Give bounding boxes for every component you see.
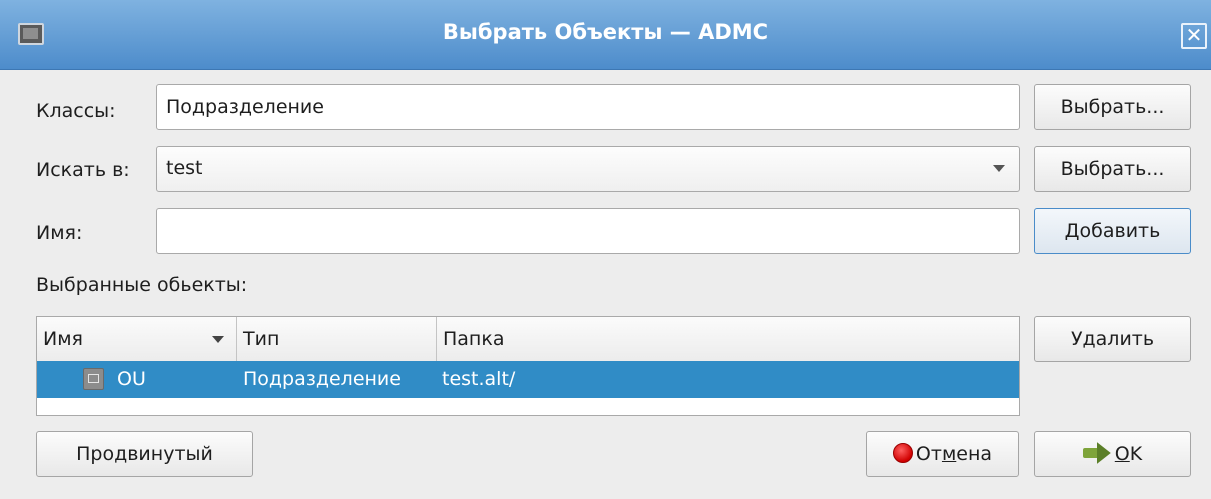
ok-arrow-icon <box>1082 442 1113 464</box>
stop-icon <box>892 443 913 463</box>
column-header-folder[interactable]: Папка <box>437 317 1019 361</box>
column-header-type[interactable]: Тип <box>237 317 437 361</box>
column-header-type-label: Тип <box>243 328 280 350</box>
column-header-folder-label: Папка <box>443 328 505 350</box>
selected-objects-list[interactable]: Имя Тип Папка OU Подразделение test.alt/ <box>36 316 1020 416</box>
window-title: Выбрать Объекты — ADMC <box>442 20 769 44</box>
sort-down-icon <box>212 336 224 343</box>
row-name: OU <box>117 368 146 390</box>
cancel-label-start: От <box>915 443 942 465</box>
column-header-name-label: Имя <box>43 328 83 350</box>
search-in-value: test <box>166 157 203 179</box>
advanced-button[interactable]: Продвинутый <box>36 431 253 477</box>
search-in-combobox[interactable]: test <box>156 146 1020 192</box>
cancel-button[interactable]: Отмена <box>866 431 1019 477</box>
ok-mnemonic: O <box>1114 443 1130 465</box>
search-in-label: Искать в: <box>36 159 130 181</box>
chevron-down-icon <box>993 165 1005 172</box>
classes-label: Классы: <box>36 100 116 122</box>
add-button[interactable]: Добавить <box>1034 208 1191 254</box>
ou-folder-icon <box>83 368 104 390</box>
name-input[interactable] <box>156 208 1020 254</box>
cancel-mnemonic: м <box>941 443 957 465</box>
close-button[interactable]: ✕ <box>1181 23 1207 49</box>
select-classes-button[interactable]: Выбрать... <box>1034 84 1191 130</box>
column-header-name[interactable]: Имя <box>37 317 237 361</box>
remove-button[interactable]: Удалить <box>1034 316 1191 362</box>
table-row[interactable]: OU Подразделение test.alt/ <box>37 361 1019 398</box>
classes-field[interactable]: Подразделение <box>156 84 1020 130</box>
ok-label-end: K <box>1129 443 1143 465</box>
list-header: Имя Тип Папка <box>37 317 1019 362</box>
name-label: Имя: <box>36 222 83 244</box>
select-search-location-button[interactable]: Выбрать... <box>1034 146 1191 192</box>
selected-objects-label: Выбранные обьекты: <box>36 274 248 296</box>
select-objects-dialog: Выбрать Объекты — ADMC ✕ Классы: Подразд… <box>0 0 1211 499</box>
row-folder: test.alt/ <box>442 368 516 390</box>
row-type: Подразделение <box>243 368 401 390</box>
title-bar[interactable]: Выбрать Объекты — ADMC ✕ <box>0 0 1211 70</box>
cancel-label-end: ена <box>956 443 993 465</box>
ok-button[interactable]: OK <box>1034 431 1191 477</box>
